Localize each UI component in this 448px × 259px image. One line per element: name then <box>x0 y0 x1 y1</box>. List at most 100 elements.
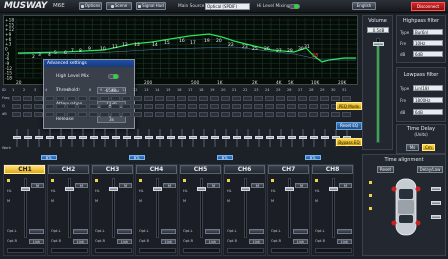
eq-band-param-field[interactable] <box>276 96 285 101</box>
eq-band-id[interactable]: 19 <box>210 88 214 92</box>
eq-band-param-field[interactable] <box>122 104 131 109</box>
peq-mode-button[interactable]: PEQ Mode <box>336 102 362 110</box>
eq-band-param-field[interactable] <box>298 96 307 101</box>
eq-band-param-field[interactable] <box>265 96 274 101</box>
eq-band-id[interactable]: 3 <box>34 88 36 92</box>
channel-source-button[interactable] <box>205 229 220 234</box>
eq-band-id[interactable]: 28 <box>309 88 313 92</box>
eq-band-param-field[interactable] <box>56 104 65 109</box>
eq-band-param-field[interactable] <box>177 104 186 109</box>
channel-gain-knob[interactable] <box>65 187 74 191</box>
channel-mute-button[interactable]: M <box>163 183 176 188</box>
eq-band-param-field[interactable] <box>210 96 219 101</box>
eq-band-marker[interactable]: 8 <box>79 48 82 54</box>
eq-band-param-field[interactable] <box>89 104 98 109</box>
channel-phase-check[interactable] <box>51 179 54 182</box>
eq-band-marker[interactable]: 16 <box>179 38 185 44</box>
channel-source-button[interactable] <box>73 229 88 234</box>
channel-phase-check[interactable] <box>183 179 186 182</box>
eq-band-param-field[interactable] <box>111 112 120 117</box>
eq-band-param-field[interactable] <box>56 112 65 117</box>
channel-mute-button[interactable]: M <box>119 183 132 188</box>
eq-band-param-field[interactable] <box>34 112 43 117</box>
eq-band-slider-knob[interactable] <box>244 136 252 139</box>
eq-band-param-field[interactable] <box>122 96 131 101</box>
time-delay-ms-button[interactable]: Ms <box>406 144 419 151</box>
btl-link-button[interactable]: BTL <box>217 155 233 160</box>
eq-band-id[interactable]: 2 <box>23 88 25 92</box>
bypass-eq-button[interactable]: Bypass EQ <box>336 138 362 146</box>
eq-band-param-field[interactable] <box>298 112 307 117</box>
lowpass-type-select[interactable]: Lin(18) <box>413 85 443 91</box>
eq-band-param-field[interactable] <box>243 104 252 109</box>
eq-band-param-field[interactable] <box>342 96 351 101</box>
eq-marker-selected[interactable]: 28 <box>312 53 318 59</box>
eq-band-param-field[interactable] <box>243 112 252 117</box>
eq-band-slider-knob[interactable] <box>189 136 197 139</box>
eq-band-param-field[interactable] <box>122 112 131 117</box>
eq-band-marker[interactable]: 29 <box>287 48 293 54</box>
eq-band-param-field[interactable] <box>100 104 109 109</box>
highpass-slope-field[interactable]: 6dB <box>413 51 443 57</box>
eq-band-marker[interactable]: 17 <box>190 40 196 46</box>
eq-band-param-field[interactable] <box>12 96 21 101</box>
signal-button[interactable]: Signal Hud <box>136 2 166 10</box>
channel-gain-knob[interactable] <box>21 187 30 191</box>
eq-band-slider-knob[interactable] <box>299 136 307 139</box>
eq-band-marker[interactable]: 7 <box>71 48 74 54</box>
eq-band-slider-knob[interactable] <box>13 136 21 139</box>
eq-band-id[interactable]: 6 <box>67 88 69 92</box>
btl-link-button[interactable]: BTL <box>129 155 145 160</box>
eq-band-param-field[interactable] <box>45 96 54 101</box>
eq-band-param-field[interactable] <box>199 104 208 109</box>
eq-band-marker[interactable]: 22 <box>228 42 234 48</box>
eq-band-id[interactable]: 14 <box>155 88 159 92</box>
eq-band-param-field[interactable] <box>133 112 142 117</box>
eq-band-marker[interactable]: 5 <box>54 50 57 56</box>
eq-band-param-field[interactable] <box>23 96 32 101</box>
eq-band-slider-knob[interactable] <box>24 136 32 139</box>
channel-link-button[interactable]: Link <box>205 239 220 244</box>
channel-mute-button[interactable]: M <box>339 183 352 188</box>
channel-phase-check[interactable] <box>7 179 10 182</box>
channel-source-button[interactable] <box>249 229 264 234</box>
btl-link-button[interactable]: BTL <box>305 155 321 160</box>
channel-mute-button[interactable]: M <box>207 183 220 188</box>
eq-band-param-field[interactable] <box>199 96 208 101</box>
eq-band-param-field[interactable] <box>89 96 98 101</box>
eq-band-id[interactable]: 17 <box>188 88 192 92</box>
eq-band-param-field[interactable] <box>309 96 318 101</box>
channel-select-button[interactable]: CH7 <box>268 165 309 174</box>
eq-band-param-field[interactable] <box>111 104 120 109</box>
eq-band-id[interactable]: 22 <box>243 88 247 92</box>
eq-band-param-field[interactable] <box>45 112 54 117</box>
eq-band-id[interactable]: 25 <box>276 88 280 92</box>
eq-band-param-field[interactable] <box>320 104 329 109</box>
eq-band-param-field[interactable] <box>56 96 65 101</box>
eq-band-id[interactable]: 20 <box>221 88 225 92</box>
eq-band-marker[interactable]: 23 <box>242 44 248 50</box>
options-button[interactable]: Options <box>79 2 102 10</box>
eq-band-id[interactable]: 4 <box>45 88 47 92</box>
eq-band-param-field[interactable] <box>78 112 87 117</box>
channel-link-button[interactable]: Link <box>161 239 176 244</box>
eq-band-param-field[interactable] <box>221 112 230 117</box>
channel-select-button[interactable]: CH2 <box>48 165 89 174</box>
disconnect-button[interactable]: Disconnect <box>411 2 445 11</box>
channel-select-button[interactable]: CH3 <box>92 165 133 174</box>
eq-band-slider-knob[interactable] <box>90 136 98 139</box>
eq-band-param-field[interactable] <box>23 104 32 109</box>
eq-band-slider-knob[interactable] <box>277 136 285 139</box>
eq-band-param-field[interactable] <box>155 112 164 117</box>
eq-band-id[interactable]: 29 <box>320 88 324 92</box>
channel-source-button[interactable] <box>337 229 352 234</box>
channel-phase-check[interactable] <box>227 179 230 182</box>
volume-slider-knob[interactable] <box>373 42 384 46</box>
eq-band-param-field[interactable] <box>287 112 296 117</box>
eq-band-slider-knob[interactable] <box>211 136 219 139</box>
eq-band-param-field[interactable] <box>232 104 241 109</box>
eq-band-param-field[interactable] <box>276 112 285 117</box>
eq-band-id[interactable]: 15 <box>166 88 170 92</box>
eq-band-marker[interactable]: 26 <box>264 46 270 52</box>
channel-link-button[interactable]: Link <box>73 239 88 244</box>
